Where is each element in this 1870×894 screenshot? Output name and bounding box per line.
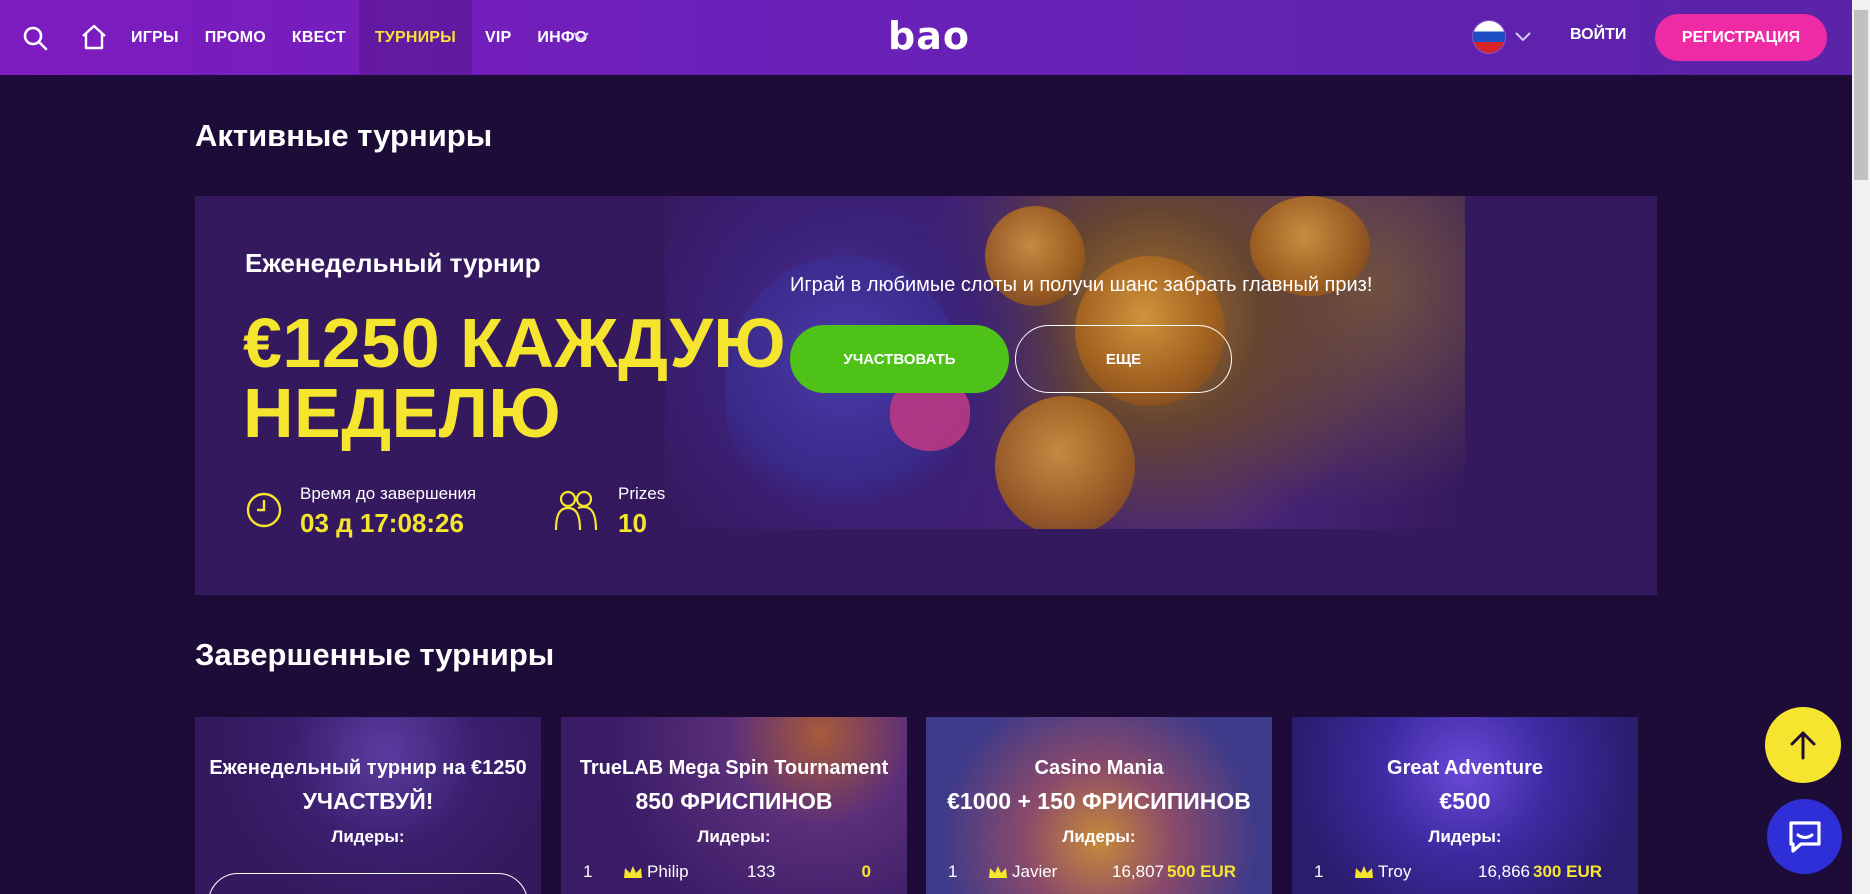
card-prize: УЧАСТВУЙ! [302, 788, 434, 814]
more-info-button[interactable]: ЕЩЕ [1015, 325, 1232, 393]
nav-item-promo[interactable]: ПРОМО [192, 0, 279, 75]
chevron-down-icon[interactable] [572, 30, 590, 44]
leader-name: Javier [1012, 862, 1058, 881]
leader-name: Philip [647, 862, 689, 881]
leader-prize: 300 EUR [1533, 862, 1602, 881]
leader-rank: 1 [948, 862, 958, 881]
login-button[interactable]: ВОЙТИ [1570, 26, 1626, 44]
card-prize: €500 [1439, 788, 1491, 814]
language-chevron-down-icon[interactable] [1514, 30, 1532, 44]
nav-item-games[interactable]: ИГРЫ [118, 0, 192, 75]
tournament-card[interactable]: Casino Mania €1000 + 150 ФРИСИПИНОВ Лиде… [926, 717, 1272, 894]
arrow-up-icon [1790, 731, 1816, 760]
prizes-label: Prizes [618, 484, 666, 503]
leaderboard-row: 1 Javier 16,807 500 EUR [926, 862, 1272, 886]
card-prize: €1000 + 150 ФРИСИПИНОВ [947, 788, 1251, 814]
crown-icon [624, 866, 642, 878]
russia-flag-icon[interactable] [1473, 21, 1505, 53]
card-title: Great Adventure [1387, 757, 1543, 779]
card-title: Casino Mania [1034, 757, 1164, 779]
leader-score: 133 [747, 862, 776, 881]
card-prize: 850 ФРИСПИНОВ [635, 788, 833, 814]
leader-prize: 500 EUR [1167, 862, 1236, 881]
scrollbar-thumb[interactable] [1854, 10, 1868, 180]
tournament-subtitle: Еженедельный турнир [245, 248, 541, 278]
finished-tournaments-title: Завершенные турниры [195, 637, 555, 672]
tournament-card[interactable]: Еженедельный турнир на €1250 УЧАСТВУЙ! Л… [195, 717, 541, 894]
crown-icon [989, 866, 1007, 878]
leaders-label: Лидеры: [697, 827, 771, 846]
tournament-prize-line-2: НЕДЕЛЮ [243, 374, 562, 452]
leaders-label: Лидеры: [331, 827, 405, 846]
scroll-to-top-button[interactable] [1765, 707, 1841, 783]
tournament-prize-line-1: €1250 КАЖДУЮ [243, 304, 787, 382]
join-tournament-button[interactable]: УЧАСТВОВАТЬ [790, 325, 1009, 393]
leader-name: Troy [1378, 862, 1412, 881]
nav-item-vip[interactable]: VIP [472, 0, 524, 75]
leader-prize: 0 [861, 862, 871, 881]
people-icon [554, 490, 598, 531]
leaderboard-row: 1 Troy 16,866 300 EUR [1292, 862, 1638, 886]
tournament-description: Играй в любимые слоты и получи шанс забр… [790, 274, 1373, 296]
leader-rank: 1 [583, 862, 593, 881]
leaders-label: Лидеры: [1428, 827, 1502, 846]
leader-score: 16,807 [1112, 862, 1164, 881]
crown-icon [1355, 866, 1373, 878]
leaders-label: Лидеры: [1062, 827, 1136, 846]
leader-score: 16,866 [1478, 862, 1530, 881]
chat-icon [1788, 820, 1821, 853]
nav-item-quest[interactable]: КВЕСТ [279, 0, 359, 75]
site-logo[interactable]: bao [888, 14, 970, 58]
tournament-prize: €1250 КАЖДУЮ НЕДЕЛЮ [243, 308, 786, 448]
top-navigation-bar: ИГРЫ ПРОМО КВЕСТ ТУРНИРЫ VIP ИНФО bao ВО… [0, 0, 1852, 75]
leaderboard-row: 1 Philip 133 0 [561, 862, 907, 886]
main-nav: ИГРЫ ПРОМО КВЕСТ ТУРНИРЫ VIP ИНФО [118, 0, 600, 75]
register-button[interactable]: РЕГИСТРАЦИЯ [1655, 14, 1827, 61]
clock-icon [246, 492, 282, 528]
active-tournaments-title: Активные турниры [195, 118, 493, 153]
coin-decoration [995, 396, 1135, 536]
time-remaining-value: 03 д 17:08:26 [300, 508, 464, 538]
nav-item-tournaments[interactable]: ТУРНИРЫ [358, 0, 473, 75]
tournament-card[interactable]: Great Adventure €500 Лидеры: 1 Troy 16,8… [1292, 717, 1638, 894]
weekly-tournament-banner: Еженедельный турнир €1250 КАЖДУЮ НЕДЕЛЮ … [195, 196, 1657, 595]
card-title: TrueLAB Mega Spin Tournament [579, 757, 889, 779]
leader-rank: 1 [1314, 862, 1324, 881]
search-icon[interactable] [22, 25, 48, 51]
home-icon[interactable] [80, 23, 108, 51]
tournament-card[interactable]: TrueLAB Mega Spin Tournament 850 ФРИСПИН… [561, 717, 907, 894]
live-chat-button[interactable] [1767, 799, 1842, 874]
prizes-count: 10 [618, 508, 647, 538]
card-title: Еженедельный турнир на €1250 [209, 757, 527, 779]
card-outline-button[interactable] [208, 873, 528, 894]
time-remaining-label: Время до завершения [300, 484, 477, 503]
